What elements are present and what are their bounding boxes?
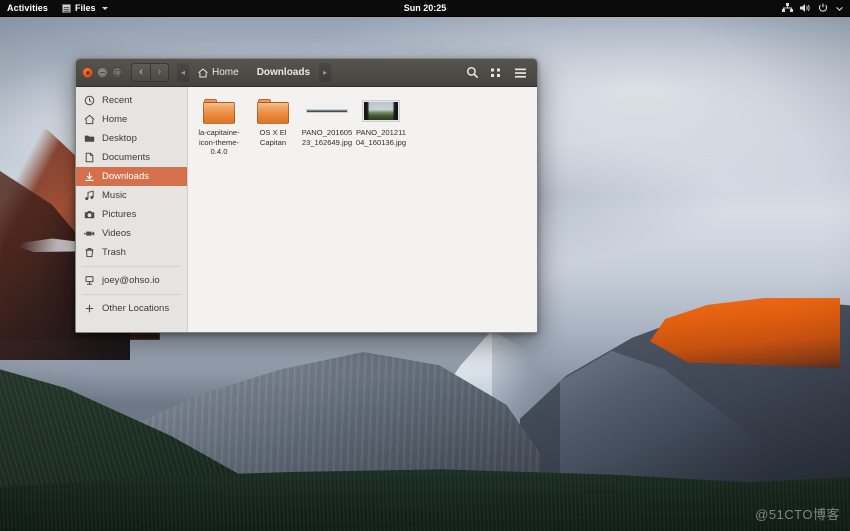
sidebar-item-other-locations[interactable]: Other Locations	[76, 299, 187, 318]
sidebar-item-desktop[interactable]: Desktop	[76, 129, 187, 148]
sidebar-label-network: joey@ohso.io	[102, 275, 160, 286]
file-grid: la-capitaine-icon-theme-0.4.0 OS X El Ca…	[192, 95, 537, 159]
search-icon[interactable]	[461, 63, 483, 83]
network-icon	[782, 3, 793, 13]
photo-thumbnail	[354, 97, 408, 125]
file-label: PANO_20160523_162649.jpg	[301, 128, 353, 147]
chevron-down-icon	[835, 4, 844, 13]
sidebar-item-music[interactable]: Music	[76, 186, 187, 205]
maximize-button[interactable]	[112, 67, 123, 78]
breadcrumb[interactable]: ◂ Home Downloads ▸	[177, 63, 331, 82]
system-status-area[interactable]	[782, 3, 844, 13]
app-menu-label: Files	[75, 3, 96, 13]
breadcrumb-label-downloads: Downloads	[257, 67, 310, 78]
file-item[interactable]: OS X El Capitan	[246, 95, 300, 149]
power-icon	[818, 3, 828, 13]
panorama-thumbnail	[300, 97, 354, 125]
files-window[interactable]: ‹ › ◂ Home Downloads ▸	[75, 58, 538, 333]
folder-icon	[246, 97, 300, 125]
gnome-top-bar: Activities Files Sun 20:25	[0, 0, 850, 17]
sidebar-item-downloads[interactable]: Downloads	[76, 167, 187, 186]
home-icon	[198, 68, 208, 78]
sidebar-item-recent[interactable]: Recent	[76, 91, 187, 110]
close-button[interactable]	[82, 67, 93, 78]
file-item[interactable]: PANO_20160523_162649.jpg	[300, 95, 354, 149]
minimize-button[interactable]	[97, 67, 108, 78]
back-button[interactable]: ‹	[131, 63, 150, 82]
breadcrumb-label-home: Home	[212, 67, 239, 78]
desktop-folder-icon	[84, 133, 95, 144]
app-menu-files[interactable]: Files	[56, 3, 114, 13]
remote-computer-icon	[84, 275, 95, 286]
sidebar-label-other-locations: Other Locations	[102, 303, 169, 314]
sidebar-divider-1	[82, 266, 181, 267]
music-note-icon	[84, 190, 95, 201]
volume-icon	[800, 3, 811, 13]
clock[interactable]: Sun 20:25	[0, 3, 850, 13]
hamburger-menu-icon[interactable]	[509, 63, 531, 83]
sidebar-item-videos[interactable]: Videos	[76, 224, 187, 243]
sidebar-item-home[interactable]: Home	[76, 110, 187, 129]
sidebar-item-pictures[interactable]: Pictures	[76, 205, 187, 224]
desktop[interactable]: Activities Files Sun 20:25	[0, 0, 850, 531]
sidebar-label-trash: Trash	[102, 247, 126, 258]
window-controls[interactable]	[82, 67, 123, 78]
forward-button[interactable]: ›	[150, 63, 169, 82]
home-icon	[84, 114, 95, 125]
file-list-view[interactable]: la-capitaine-icon-theme-0.4.0 OS X El Ca…	[188, 87, 537, 333]
file-item[interactable]: la-capitaine-icon-theme-0.4.0	[192, 95, 246, 159]
sidebar-label-videos: Videos	[102, 228, 131, 239]
file-label: la-capitaine-icon-theme-0.4.0	[193, 128, 245, 157]
files-app-icon	[62, 4, 71, 13]
sidebar-label-recent: Recent	[102, 95, 132, 106]
trash-icon	[84, 247, 95, 258]
navigation-buttons[interactable]: ‹ ›	[131, 63, 169, 82]
window-body: Recent Home	[76, 87, 537, 333]
file-label: OS X El Capitan	[247, 128, 299, 147]
download-arrow-icon	[84, 171, 95, 182]
camera-icon	[84, 209, 95, 220]
sidebar-item-trash[interactable]: Trash	[76, 243, 187, 262]
sidebar-item-documents[interactable]: Documents	[76, 148, 187, 167]
sidebar-label-home: Home	[102, 114, 127, 125]
sidebar[interactable]: Recent Home	[76, 87, 188, 333]
chevron-down-icon	[102, 7, 108, 10]
plus-icon	[84, 303, 95, 314]
activities-button[interactable]: Activities	[0, 3, 56, 13]
titlebar-actions[interactable]	[461, 63, 531, 83]
watermark: @51CTO博客	[755, 504, 840, 523]
clock-icon	[84, 95, 95, 106]
folder-icon	[192, 97, 246, 125]
sidebar-item-network[interactable]: joey@ohso.io	[76, 271, 187, 290]
sidebar-divider-2	[82, 294, 181, 295]
breadcrumb-scroll-left[interactable]: ◂	[177, 63, 189, 82]
window-titlebar[interactable]: ‹ › ◂ Home Downloads ▸	[76, 59, 537, 87]
sidebar-label-pictures: Pictures	[102, 209, 136, 220]
sidebar-label-desktop: Desktop	[102, 133, 137, 144]
document-icon	[84, 152, 95, 163]
breadcrumb-item-home[interactable]: Home	[189, 63, 248, 82]
video-camera-icon	[84, 228, 95, 239]
grid-view-icon[interactable]	[485, 63, 507, 83]
file-item[interactable]: PANO_20121104_160136.jpg	[354, 95, 408, 149]
sidebar-label-music: Music	[102, 190, 127, 201]
breadcrumb-scroll-right[interactable]: ▸	[319, 63, 331, 82]
breadcrumb-item-downloads[interactable]: Downloads	[248, 63, 319, 82]
sidebar-label-documents: Documents	[102, 152, 150, 163]
sidebar-label-downloads: Downloads	[102, 171, 149, 182]
file-label: PANO_20121104_160136.jpg	[355, 128, 407, 147]
